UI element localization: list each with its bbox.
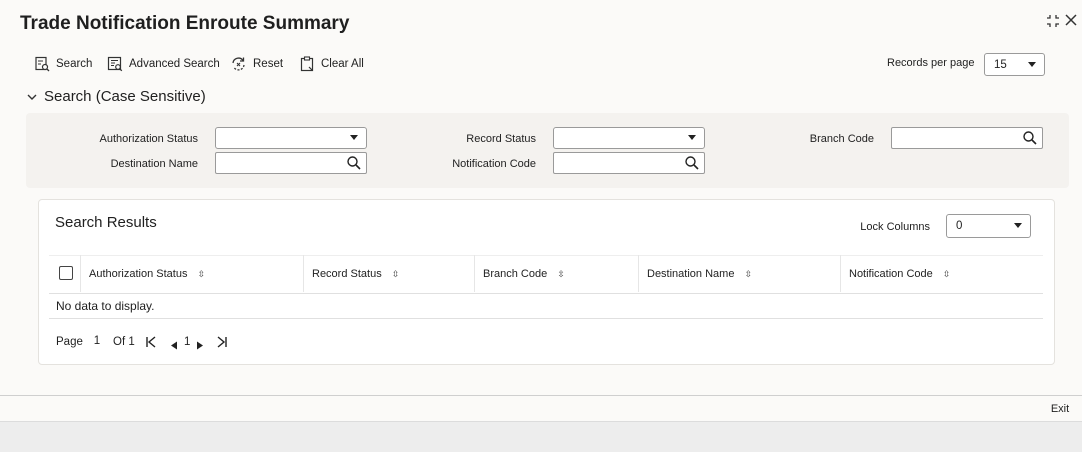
reset-button-label: Reset bbox=[253, 58, 284, 70]
clear-all-label: Clear All bbox=[321, 58, 364, 70]
lock-columns-value: 0 bbox=[956, 220, 963, 232]
clipboard-icon bbox=[300, 56, 314, 72]
last-page-icon[interactable] bbox=[216, 335, 228, 353]
sort-icon[interactable]: ⇳ bbox=[392, 269, 400, 280]
column-header-label: Destination Name bbox=[647, 268, 735, 280]
search-button[interactable]: Search bbox=[34, 56, 92, 72]
column-header-label: Branch Code bbox=[483, 268, 548, 280]
lock-columns-label: Lock Columns bbox=[860, 221, 930, 233]
page-number-value: 1 bbox=[93, 335, 101, 347]
branch-code-label: Branch Code bbox=[809, 133, 874, 145]
pager-page-label: Page bbox=[56, 336, 83, 348]
reset-icon bbox=[232, 57, 245, 71]
select-all-checkbox[interactable] bbox=[59, 266, 73, 280]
authorization-status-select[interactable] bbox=[215, 127, 367, 149]
column-header-notification-code[interactable]: Notification Code ⇳ bbox=[849, 268, 950, 280]
column-header-destination-name[interactable]: Destination Name ⇳ bbox=[647, 268, 752, 280]
notification-code-input[interactable] bbox=[553, 152, 705, 174]
search-icon[interactable] bbox=[684, 155, 700, 171]
records-per-page-value: 15 bbox=[994, 58, 1007, 71]
bottom-bar bbox=[0, 421, 1082, 452]
chevron-down-icon bbox=[1014, 223, 1022, 228]
empty-message: No data to display. bbox=[56, 299, 155, 313]
destination-name-input[interactable] bbox=[215, 152, 367, 174]
expand-icon[interactable] bbox=[1046, 14, 1060, 32]
first-page-icon[interactable] bbox=[145, 335, 157, 353]
sort-icon[interactable]: ⇳ bbox=[557, 269, 565, 280]
search-doc-icon bbox=[35, 56, 50, 72]
column-divider bbox=[80, 255, 81, 292]
page-number-input[interactable]: 1 bbox=[83, 330, 111, 352]
chevron-down-icon bbox=[350, 135, 358, 140]
column-divider bbox=[303, 255, 304, 292]
next-page-icon[interactable] bbox=[196, 337, 204, 355]
close-icon[interactable] bbox=[1064, 13, 1078, 31]
advanced-search-icon bbox=[107, 56, 123, 72]
destination-name-label: Destination Name bbox=[110, 158, 198, 170]
clear-all-button[interactable]: Clear All bbox=[300, 56, 364, 72]
chevron-down-icon bbox=[688, 135, 696, 140]
column-header-record-status[interactable]: Record Status ⇳ bbox=[312, 268, 399, 280]
pager-of-label: Of 1 bbox=[113, 336, 135, 348]
records-per-page-label: Records per page bbox=[887, 57, 975, 69]
row-divider bbox=[49, 318, 1043, 319]
search-panel bbox=[26, 113, 1069, 188]
sort-icon[interactable]: ⇳ bbox=[744, 269, 752, 280]
notification-code-label: Notification Code bbox=[452, 158, 536, 170]
record-status-label: Record Status bbox=[466, 133, 536, 145]
exit-button[interactable]: Exit bbox=[1040, 399, 1080, 419]
records-per-page-select[interactable]: 15 bbox=[984, 53, 1045, 76]
column-header-branch-code[interactable]: Branch Code ⇳ bbox=[483, 268, 565, 280]
search-section-title: Search (Case Sensitive) bbox=[44, 88, 206, 105]
previous-page-icon[interactable] bbox=[170, 337, 178, 355]
current-page-number[interactable]: 1 bbox=[184, 336, 190, 348]
search-results-title: Search Results bbox=[55, 214, 157, 231]
column-header-label: Notification Code bbox=[849, 268, 933, 280]
authorization-status-label: Authorization Status bbox=[99, 133, 198, 145]
chevron-down-icon bbox=[27, 94, 37, 100]
search-icon[interactable] bbox=[1022, 130, 1038, 146]
search-section-toggle[interactable]: Search (Case Sensitive) bbox=[26, 88, 206, 105]
column-header-label: Record Status bbox=[312, 268, 382, 280]
search-icon[interactable] bbox=[346, 155, 362, 171]
column-divider bbox=[840, 255, 841, 292]
chevron-down-icon bbox=[1028, 61, 1036, 67]
branch-code-input[interactable] bbox=[891, 127, 1043, 149]
footer-divider bbox=[0, 395, 1082, 396]
page-title: Trade Notification Enroute Summary bbox=[20, 13, 350, 34]
sort-icon[interactable]: ⇳ bbox=[943, 269, 951, 280]
column-header-authorization-status[interactable]: Authorization Status ⇳ bbox=[89, 268, 205, 280]
column-divider bbox=[474, 255, 475, 292]
record-status-select[interactable] bbox=[553, 127, 705, 149]
advanced-search-label: Advanced Search bbox=[129, 58, 220, 70]
column-divider bbox=[638, 255, 639, 292]
column-header-label: Authorization Status bbox=[89, 268, 188, 280]
search-button-label: Search bbox=[56, 58, 93, 70]
lock-columns-select[interactable]: 0 bbox=[946, 214, 1031, 238]
advanced-search-button[interactable]: Advanced Search bbox=[107, 56, 220, 72]
sort-icon[interactable]: ⇳ bbox=[197, 269, 205, 280]
reset-button[interactable]: Reset bbox=[230, 56, 283, 72]
